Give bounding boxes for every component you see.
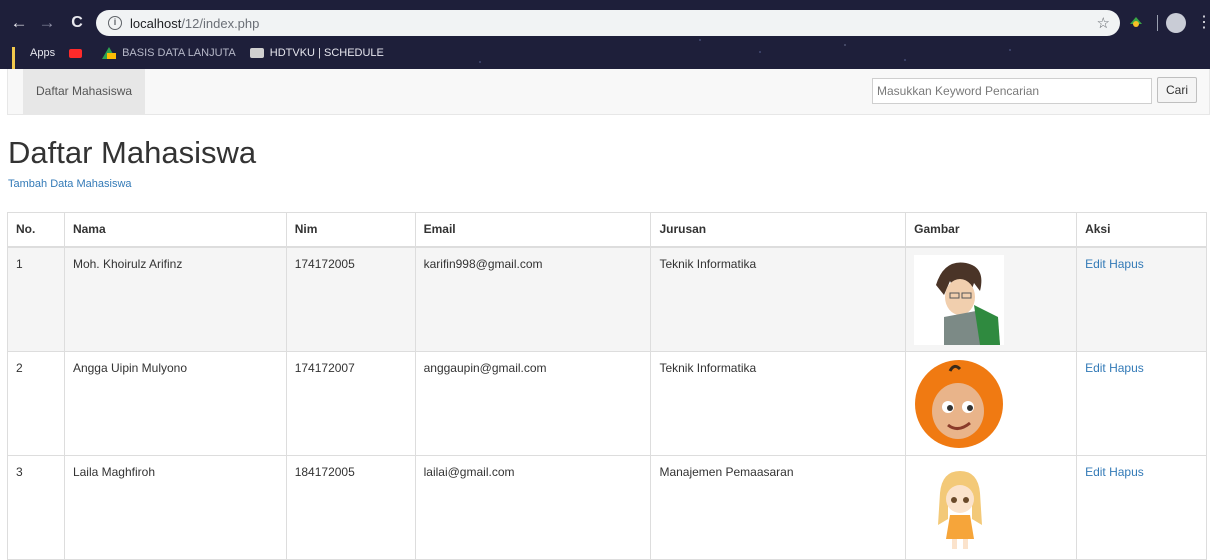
menu-kebab-icon[interactable]: ⋮ <box>1196 9 1210 37</box>
cell-nim: 184172005 <box>285 455 416 560</box>
bookmark-label: BASIS DATA LANJUTA <box>122 47 236 59</box>
address-bar[interactable]: i localhost/12/index.php ☆ <box>96 10 1120 36</box>
cell-email: karifin998@gmail.com <box>414 246 652 352</box>
bookmark-label: Apps <box>30 47 56 59</box>
bookmark-star-icon[interactable]: ☆ <box>1097 14 1110 32</box>
bookmark-basis-data[interactable]: BASIS DATA LANJUTA <box>102 47 236 59</box>
forward-arrow-icon[interactable]: → <box>36 9 58 37</box>
cell-aksi: Edit Hapus <box>1076 455 1207 560</box>
url-path: /12/index.php <box>181 15 260 31</box>
edit-link[interactable]: Edit <box>1085 257 1106 271</box>
reload-icon[interactable]: C <box>66 9 88 37</box>
delete-link[interactable]: Hapus <box>1109 465 1144 479</box>
info-icon[interactable]: i <box>108 16 122 30</box>
bookmark-hdtvku[interactable]: HDTVKU | SCHEDULE <box>249 47 384 59</box>
search-button[interactable]: Cari <box>1157 77 1197 103</box>
student-photo-upin <box>914 359 1005 449</box>
column-header-nim: Nim <box>285 212 416 248</box>
delete-link[interactable]: Hapus <box>1109 257 1144 271</box>
cell-aksi: Edit Hapus <box>1076 246 1207 352</box>
cell-no: 2 <box>7 351 65 456</box>
bookmark-youtube[interactable] <box>69 48 88 58</box>
browser-toolbar: ← → C i localhost/12/index.php ☆ ⋮ <box>0 9 1210 37</box>
back-arrow-icon[interactable]: ← <box>8 9 30 37</box>
column-header-nama: Nama <box>63 212 287 248</box>
edit-link[interactable]: Edit <box>1085 465 1106 479</box>
table-row: 1 Moh. Khoirulz Arifinz 174172005 karifi… <box>7 246 1207 352</box>
column-header-email: Email <box>414 212 652 248</box>
bookmark-label: HDTVKU | SCHEDULE <box>269 47 384 59</box>
cell-nama: Moh. Khoirulz Arifinz <box>63 246 287 352</box>
cell-gambar <box>905 351 1078 456</box>
cell-aksi: Edit Hapus <box>1076 351 1207 456</box>
search-input[interactable] <box>872 78 1152 104</box>
page-title: Daftar Mahasiswa <box>8 135 257 170</box>
cell-jurusan: Teknik Informatika <box>650 351 907 456</box>
cell-email: lailai@gmail.com <box>414 455 652 560</box>
add-student-link[interactable]: Tambah Data Mahasiswa <box>8 178 132 190</box>
youtube-icon <box>69 48 83 58</box>
google-drive-icon <box>102 47 117 59</box>
column-header-jurusan: Jurusan <box>650 212 907 248</box>
cell-no: 1 <box>7 246 65 352</box>
extension-icon[interactable] <box>1128 14 1144 30</box>
nav-item-daftar-mahasiswa[interactable]: Daftar Mahasiswa <box>23 69 146 114</box>
cell-gambar <box>905 455 1078 560</box>
navbar: Daftar Mahasiswa Cari <box>7 69 1210 115</box>
table-header-row: No. Nama Nim Email Jurusan Gambar Aksi <box>7 212 1207 248</box>
profile-avatar[interactable] <box>1166 13 1186 33</box>
cell-nim: 174172005 <box>285 246 416 352</box>
column-header-no: No. <box>7 212 65 248</box>
cell-email: anggaupin@gmail.com <box>414 351 652 456</box>
table-row: 2 Angga Uipin Mulyono 174172007 anggaupi… <box>7 351 1207 456</box>
cell-gambar <box>905 246 1078 352</box>
browser-chrome: ← → C i localhost/12/index.php ☆ ⋮ Apps … <box>0 0 1210 69</box>
hdtvku-icon <box>249 48 264 58</box>
column-header-gambar: Gambar <box>905 212 1078 248</box>
student-photo-chibi-girl <box>914 463 1005 553</box>
cell-no: 3 <box>7 455 65 560</box>
url-host: localhost <box>130 15 182 31</box>
table-row: 3 Laila Maghfiroh 184172005 lailai@gmail… <box>7 455 1207 560</box>
cell-jurusan: Teknik Informatika <box>650 246 907 352</box>
cell-nama: Laila Maghfiroh <box>63 455 287 560</box>
toolbar-separator <box>1157 15 1158 31</box>
cell-nama: Angga Uipin Mulyono <box>63 351 287 456</box>
cell-nim: 174172007 <box>285 351 416 456</box>
bookmarks-bar: Apps BASIS DATA LANJUTA HDTVKU | SCHEDUL… <box>0 41 1210 69</box>
column-header-aksi: Aksi <box>1076 212 1207 248</box>
url-text[interactable]: localhost/12/index.php <box>130 16 259 31</box>
students-table: No. Nama Nim Email Jurusan Gambar Aksi 1… <box>7 212 1207 560</box>
delete-link[interactable]: Hapus <box>1109 361 1144 375</box>
bookmark-apps[interactable]: Apps <box>0 47 56 69</box>
apps-icon <box>12 47 24 69</box>
edit-link[interactable]: Edit <box>1085 361 1106 375</box>
student-photo-anime-boy <box>914 254 1005 345</box>
cell-jurusan: Manajemen Pemaasaran <box>650 455 907 560</box>
